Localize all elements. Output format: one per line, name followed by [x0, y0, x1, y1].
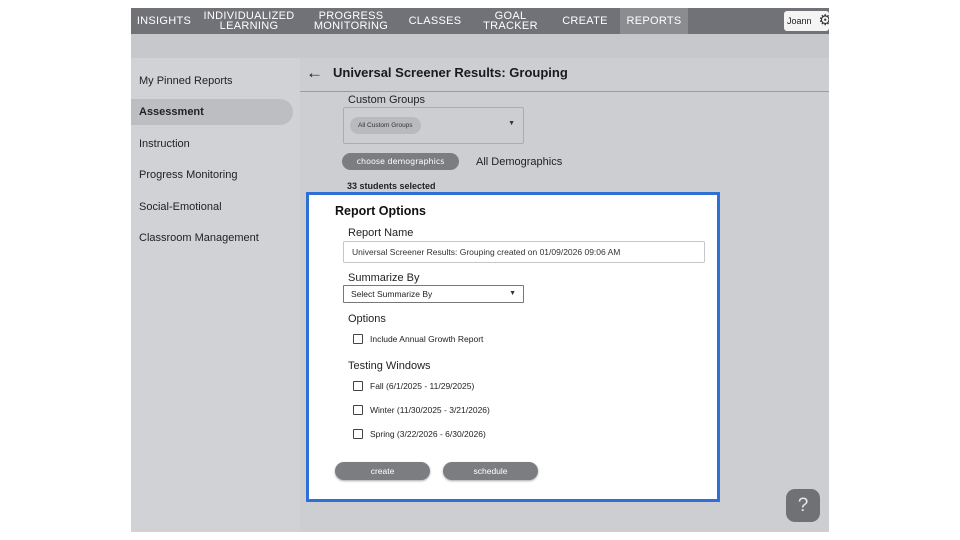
sidebar-item-assessment[interactable]: Assessment [131, 99, 293, 125]
winter-label: Winter (11/30/2025 - 3/21/2026) [370, 405, 490, 415]
app-window: INSIGHTS INDIVIDUALIZED LEARNING PROGRES… [131, 8, 829, 532]
summarize-by-label: Summarize By [348, 272, 420, 284]
annual-growth-label: Include Annual Growth Report [370, 334, 484, 344]
sidebar-item-progress-monitoring[interactable]: Progress Monitoring [131, 162, 293, 188]
choose-demographics-button[interactable]: choose demographics [342, 153, 459, 170]
spring-label: Spring (3/22/2026 - 6/30/2026) [370, 429, 486, 439]
help-button[interactable]: ? [786, 489, 820, 522]
testing-window-fall-row: Fall (6/1/2025 - 11/29/2025) [353, 379, 474, 393]
spring-checkbox[interactable] [353, 429, 363, 439]
sidebar-item-social-emotional[interactable]: Social-Emotional [131, 194, 293, 220]
nav-classes[interactable]: CLASSES [407, 8, 463, 34]
nav-progress-monitoring[interactable]: PROGRESS MONITORING [311, 8, 391, 34]
user-menu-button[interactable]: Joann ⚙ [784, 11, 829, 31]
option-annual-growth-row: Include Annual Growth Report [353, 332, 483, 346]
nav-goal-tracker[interactable]: GOAL TRACKER [468, 8, 553, 34]
custom-group-chip[interactable]: All Custom Groups [350, 117, 421, 134]
chevron-down-icon: ▼ [509, 290, 516, 297]
fall-label: Fall (6/1/2025 - 11/29/2025) [370, 381, 475, 391]
title-divider [300, 91, 829, 92]
report-options-panel: Report Options Report Name Universal Scr… [306, 192, 720, 502]
custom-groups-label: Custom Groups [348, 94, 426, 106]
report-name-input[interactable]: Universal Screener Results: Grouping cre… [343, 241, 705, 263]
fall-checkbox[interactable] [353, 381, 363, 391]
report-options-title: Report Options [335, 204, 426, 218]
gear-icon: ⚙ [818, 12, 829, 29]
report-name-label: Report Name [348, 227, 414, 239]
sub-header-bar [131, 34, 829, 58]
testing-windows-label: Testing Windows [348, 360, 431, 372]
nav-individualized-learning[interactable]: INDIVIDUALIZED LEARNING [201, 8, 297, 34]
nav-create[interactable]: CREATE [559, 8, 611, 34]
back-arrow-icon[interactable]: ← [306, 64, 323, 82]
page-title: Universal Screener Results: Grouping [333, 65, 568, 80]
sidebar: My Pinned Reports Assessment Instruction… [131, 58, 300, 532]
sidebar-item-instruction[interactable]: Instruction [131, 131, 293, 157]
nav-reports[interactable]: REPORTS [620, 8, 688, 34]
options-label: Options [348, 313, 386, 325]
nav-insights[interactable]: INSIGHTS [131, 8, 197, 34]
students-selected-count: 33 students selected [347, 181, 436, 191]
main-content: ← Universal Screener Results: Grouping C… [300, 58, 829, 532]
annual-growth-checkbox[interactable] [353, 334, 363, 344]
sidebar-item-classroom-management[interactable]: Classroom Management [131, 225, 293, 251]
testing-window-spring-row: Spring (3/22/2026 - 6/30/2026) [353, 427, 486, 441]
chevron-down-icon: ▼ [508, 120, 515, 127]
schedule-button[interactable]: schedule [443, 462, 538, 480]
sidebar-item-my-pinned-reports[interactable]: My Pinned Reports [131, 68, 293, 94]
winter-checkbox[interactable] [353, 405, 363, 415]
demographics-value: All Demographics [476, 156, 563, 168]
custom-groups-select[interactable]: All Custom Groups ▼ [343, 107, 524, 144]
summarize-by-value: Select Summarize By [351, 289, 433, 299]
testing-window-winter-row: Winter (11/30/2025 - 3/21/2026) [353, 403, 490, 417]
summarize-by-select[interactable]: Select Summarize By ▼ [343, 285, 524, 303]
top-navigation: INSIGHTS INDIVIDUALIZED LEARNING PROGRES… [131, 8, 829, 34]
create-button[interactable]: create [335, 462, 430, 480]
user-name: Joann [787, 16, 812, 26]
